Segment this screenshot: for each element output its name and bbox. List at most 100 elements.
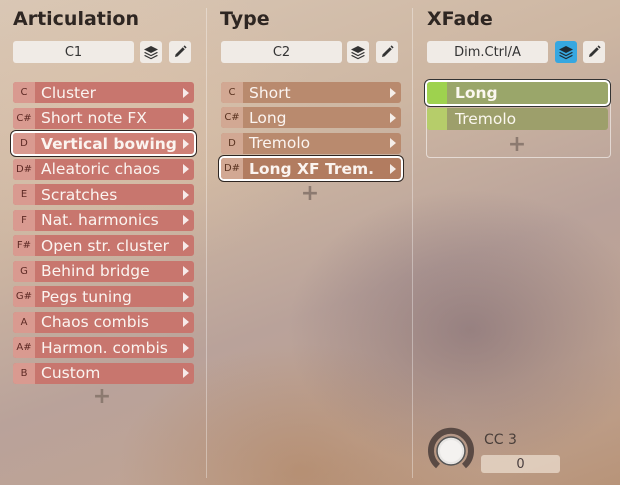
- note-key-label: E: [13, 184, 35, 205]
- articulation-item[interactable]: F Nat. harmonics: [13, 209, 194, 231]
- xfade-layer-list: Long Tremolo +: [426, 79, 611, 158]
- chevron-right-icon: [183, 215, 189, 225]
- chevron-right-icon: [390, 112, 396, 123]
- layers-icon: [144, 46, 158, 60]
- type-add-button[interactable]: +: [300, 181, 320, 206]
- type-column: Type C2 C Short C# Long D Tremolo D# Long XF Tr…: [220, 0, 402, 485]
- type-item[interactable]: D# Long XF Trem.: [221, 158, 401, 180]
- chevron-right-icon: [183, 240, 189, 251]
- articulation-layers-button[interactable]: [140, 41, 162, 63]
- articulation-item[interactable]: F# Open str. cluster: [13, 235, 194, 256]
- articulation-item[interactable]: G# Pegs tuning: [13, 286, 194, 307]
- xfade-layer-label: Long: [455, 84, 498, 102]
- column-divider: [206, 8, 207, 478]
- note-key-label: C: [13, 82, 35, 103]
- articulation-item-label: Behind bridge: [41, 262, 150, 280]
- note-key-label: D: [13, 133, 35, 154]
- chevron-right-icon: [183, 317, 189, 327]
- cc-knob[interactable]: [426, 426, 476, 476]
- articulation-trigger-field[interactable]: C1: [13, 41, 134, 63]
- articulation-item-label: Vertical bowing: [41, 134, 177, 153]
- xfade-layer-long[interactable]: Long: [427, 82, 608, 104]
- type-title: Type: [220, 8, 270, 30]
- articulation-title: Articulation: [13, 8, 139, 30]
- layer-color-swatch: [427, 108, 447, 130]
- xfade-layer-label: Tremolo: [455, 110, 517, 128]
- xfade-layers-button[interactable]: [555, 41, 577, 63]
- pencil-icon: [382, 45, 394, 57]
- articulation-item-label: Cluster: [41, 83, 97, 102]
- xfade-column: XFade Dim.Ctrl/A: [427, 0, 609, 485]
- xfade-layer-tremolo[interactable]: Tremolo: [427, 108, 608, 130]
- articulation-item[interactable]: C Cluster: [13, 82, 194, 103]
- articulation-item-label: Open str. cluster: [41, 236, 169, 255]
- note-key-label: D#: [13, 158, 35, 180]
- cc-label: CC 3: [484, 432, 517, 448]
- articulation-column: Articulation C1 C Cluster C# Short note FX D…: [13, 0, 195, 485]
- pencil-icon: [175, 45, 187, 57]
- type-item-label: Tremolo: [249, 134, 311, 153]
- articulation-item[interactable]: B Custom: [13, 362, 194, 384]
- type-trigger-field[interactable]: C2: [221, 41, 342, 63]
- chevron-right-icon: [183, 291, 189, 302]
- xfade-controller-field[interactable]: Dim.Ctrl/A: [427, 41, 548, 63]
- chevron-right-icon: [390, 138, 396, 149]
- column-divider: [412, 8, 413, 478]
- articulation-item[interactable]: G Behind bridge: [13, 260, 194, 282]
- articulation-item[interactable]: A Chaos combis: [13, 311, 194, 333]
- note-key-label: D#: [221, 158, 243, 180]
- note-key-label: F#: [13, 235, 35, 256]
- chevron-right-icon: [183, 87, 189, 98]
- type-item[interactable]: C# Long: [221, 107, 401, 129]
- chevron-right-icon: [183, 113, 189, 123]
- layers-icon: [559, 46, 573, 60]
- note-key-label: C#: [221, 107, 243, 129]
- note-key-label: G: [13, 260, 35, 282]
- type-item[interactable]: C Short: [221, 82, 401, 103]
- pencil-icon: [589, 45, 601, 57]
- chevron-right-icon: [183, 189, 189, 200]
- type-layers-button[interactable]: [347, 41, 369, 63]
- articulation-item[interactable]: A# Harmon. combis: [13, 337, 194, 358]
- articulation-item-label: Pegs tuning: [41, 287, 132, 306]
- type-item-label: Long: [249, 108, 287, 127]
- xfade-edit-button[interactable]: [583, 41, 605, 63]
- layer-color-swatch: [427, 82, 447, 104]
- note-key-label: F: [13, 209, 35, 231]
- articulation-item-label: Short note FX: [41, 109, 147, 127]
- note-key-label: D: [221, 132, 243, 154]
- articulation-item[interactable]: D Vertical bowing: [13, 133, 194, 154]
- note-key-label: B: [13, 362, 35, 384]
- articulation-item[interactable]: C# Short note FX: [13, 107, 194, 129]
- articulation-item-label: Aleatoric chaos: [41, 160, 161, 178]
- articulation-item[interactable]: D# Aleatoric chaos: [13, 158, 194, 180]
- cc-value-field[interactable]: 0: [481, 455, 560, 473]
- articulation-item-label: Scratches: [41, 185, 118, 204]
- articulation-item[interactable]: E Scratches: [13, 184, 194, 205]
- type-item-label: Short: [249, 83, 291, 102]
- articulation-add-button[interactable]: +: [92, 384, 112, 409]
- articulation-item-label: Harmon. combis: [41, 338, 168, 357]
- note-key-label: C: [221, 82, 243, 103]
- articulation-item-label: Nat. harmonics: [41, 211, 159, 229]
- note-key-label: C#: [13, 107, 35, 129]
- chevron-right-icon: [183, 266, 189, 276]
- type-item[interactable]: D Tremolo: [221, 132, 401, 154]
- xfade-add-button[interactable]: +: [507, 132, 527, 157]
- layers-icon: [351, 46, 365, 60]
- articulation-item-label: Custom: [41, 364, 101, 382]
- type-item-label: Long XF Trem.: [249, 159, 375, 178]
- chevron-right-icon: [183, 342, 189, 353]
- articulation-edit-button[interactable]: [169, 41, 191, 63]
- chevron-right-icon: [390, 87, 396, 98]
- type-edit-button[interactable]: [376, 41, 398, 63]
- chevron-right-icon: [390, 163, 396, 174]
- note-key-label: A: [13, 311, 35, 333]
- chevron-right-icon: [183, 164, 189, 174]
- note-key-label: G#: [13, 286, 35, 307]
- xfade-title: XFade: [427, 8, 493, 30]
- articulation-item-label: Chaos combis: [41, 313, 149, 331]
- note-key-label: A#: [13, 337, 35, 358]
- chevron-right-icon: [183, 368, 189, 378]
- chevron-right-icon: [183, 138, 189, 149]
